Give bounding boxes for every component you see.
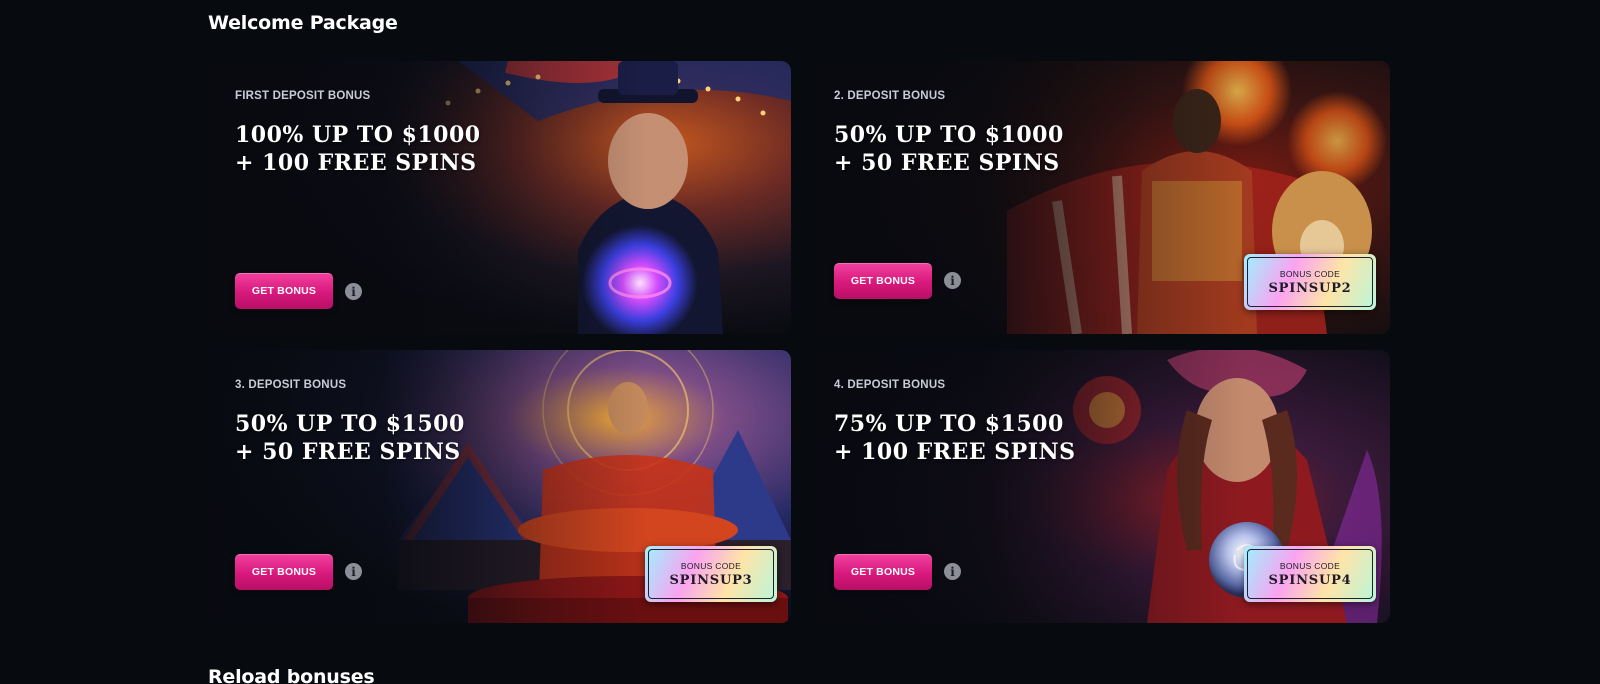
bonus-headline-line2: + 50 FREE SPINS	[834, 150, 1060, 176]
welcome-package-title: Welcome Package	[208, 12, 398, 34]
bonus-code-badge[interactable]: BONUS CODE SPINSUP2	[1244, 254, 1376, 310]
info-icon[interactable]: i	[345, 283, 362, 300]
bonuses-page: Welcome Package FIRST DEPOSIT BONUS 100%…	[0, 0, 1600, 684]
bonus-code-badge[interactable]: BONUS CODE SPINSUP4	[1244, 546, 1376, 602]
bonus-code-value: SPINSUP3	[669, 572, 753, 588]
bonus-eyebrow: FIRST DEPOSIT BONUS	[235, 90, 371, 102]
bonus-headline-line1: 75% UP TO $1500	[834, 411, 1064, 437]
bonus-card-3: 3. DEPOSIT BONUS 50% UP TO $1500 + 50 FR…	[208, 350, 791, 623]
bonus-headline: 50% UP TO $1000 + 50 FREE SPINS	[834, 121, 1064, 177]
bonus-headline-line2: + 100 FREE SPINS	[834, 439, 1076, 465]
info-icon[interactable]: i	[345, 563, 362, 580]
get-bonus-button[interactable]: GET BONUS	[235, 554, 333, 590]
bonus-code-label: BONUS CODE	[1279, 268, 1341, 279]
bonus-headline-line1: 50% UP TO $1500	[235, 411, 465, 437]
bonus-headline-line2: + 100 FREE SPINS	[235, 150, 477, 176]
bonus-code-value: SPINSUP4	[1268, 572, 1352, 588]
bonus-headline: 50% UP TO $1500 + 50 FREE SPINS	[235, 410, 465, 466]
bonus-headline-line2: + 50 FREE SPINS	[235, 439, 461, 465]
bonus-code-value: SPINSUP2	[1268, 280, 1352, 296]
bonus-code-label: BONUS CODE	[1279, 560, 1341, 571]
bonus-headline: 100% UP TO $1000 + 100 FREE SPINS	[235, 121, 481, 177]
get-bonus-button[interactable]: GET BONUS	[834, 263, 932, 299]
bonus-headline-line1: 100% UP TO $1000	[235, 122, 481, 148]
info-icon[interactable]: i	[944, 563, 961, 580]
bonus-code-badge[interactable]: BONUS CODE SPINSUP3	[645, 546, 777, 602]
bonus-code-label: BONUS CODE	[680, 560, 742, 571]
bonus-headline-line1: 50% UP TO $1000	[834, 122, 1064, 148]
bonus-eyebrow: 2. DEPOSIT BONUS	[834, 90, 946, 102]
bonus-eyebrow: 3. DEPOSIT BONUS	[235, 379, 347, 391]
bonus-headline: 75% UP TO $1500 + 100 FREE SPINS	[834, 410, 1076, 466]
bonus-eyebrow: 4. DEPOSIT BONUS	[834, 379, 946, 391]
welcome-package-grid: FIRST DEPOSIT BONUS 100% UP TO $1000 + 1…	[208, 61, 1390, 623]
get-bonus-button[interactable]: GET BONUS	[834, 554, 932, 590]
reload-bonuses-title: Reload bonuses	[208, 666, 375, 684]
bonus-card-1: FIRST DEPOSIT BONUS 100% UP TO $1000 + 1…	[208, 61, 791, 334]
get-bonus-button[interactable]: GET BONUS	[235, 273, 333, 309]
info-icon[interactable]: i	[944, 272, 961, 289]
bonus-card-4: 4. DEPOSIT BONUS 75% UP TO $1500 + 100 F…	[807, 350, 1390, 623]
bonus-card-2: 2. DEPOSIT BONUS 50% UP TO $1000 + 50 FR…	[807, 61, 1390, 334]
